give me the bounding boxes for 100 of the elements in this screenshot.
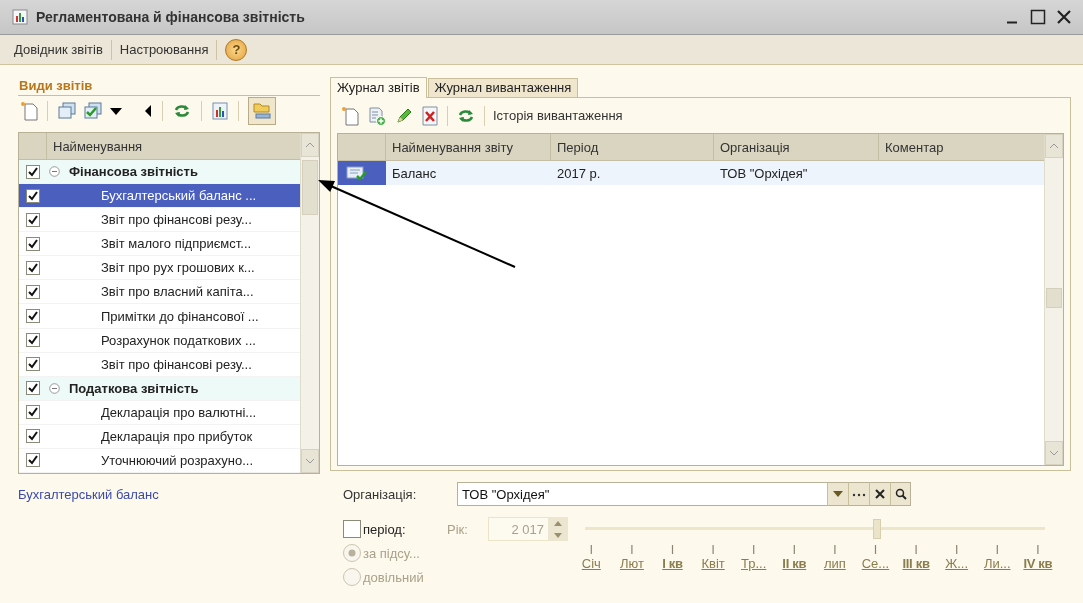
column-header: Період [551, 134, 714, 160]
checkbox[interactable] [26, 260, 40, 275]
tree-item-label: Примітки до фінансової ... [101, 308, 259, 324]
period-link[interactable]: Квіт [692, 556, 734, 571]
scroll-thumb[interactable] [302, 160, 318, 215]
checkbox[interactable] [26, 309, 40, 323]
checkbox[interactable] [26, 164, 40, 179]
tree-item-label: Уточнюючий розрахуно... [101, 452, 254, 468]
tree-item-label: Звіт про фінансові резу... [101, 212, 252, 228]
tree-item-label: Звіт про власний капіта... [101, 284, 254, 300]
tree-item-label: Звіт малого підприємст... [101, 236, 252, 252]
tree-row[interactable]: Примітки до фінансової ... [19, 304, 300, 329]
radio-label: довільний [363, 569, 424, 585]
document-check-icon [346, 165, 368, 181]
checkbox[interactable] [26, 381, 40, 396]
caret-down-icon [1049, 450, 1059, 456]
check-icon [27, 213, 39, 226]
search-button[interactable] [890, 482, 911, 506]
collapse-icon[interactable] [49, 382, 60, 394]
check-icon [27, 165, 39, 178]
period-link[interactable]: I кв [652, 556, 693, 571]
app-chart-icon [12, 9, 28, 25]
check-icon [27, 261, 39, 274]
left-arrow-icon[interactable] [143, 104, 153, 118]
tree-group-row[interactable]: Податкова звітність [19, 376, 300, 401]
tree-row[interactable]: Бухгалтерський баланс ... [19, 184, 300, 209]
period-link[interactable]: Тр... [733, 556, 774, 571]
tree-item-label: Декларація про прибуток [101, 428, 253, 444]
column-header: Коментар [884, 139, 945, 157]
search-icon [894, 488, 907, 500]
checkbox[interactable] [26, 236, 40, 251]
check-icon [27, 454, 39, 467]
copy-icon[interactable] [57, 101, 77, 121]
table-cell-text: Баланс [391, 165, 438, 181]
period-link[interactable]: III кв [895, 556, 937, 571]
delete-document-icon[interactable] [421, 105, 439, 126]
checkbox[interactable] [26, 429, 40, 444]
tree-row[interactable]: Розрахунок податкових ... [19, 328, 300, 353]
table-row[interactable]: Баланс 2017 р. ТОВ "Орхідея" [338, 161, 1044, 185]
checkbox[interactable] [26, 188, 40, 203]
check-icon [27, 382, 39, 395]
checkbox[interactable] [343, 520, 361, 538]
tab[interactable]: Журнал вивантаження [427, 78, 579, 97]
period-link[interactable]: Лют [611, 556, 653, 571]
period-link[interactable]: Се... [855, 556, 896, 571]
slider-thumb[interactable] [873, 519, 882, 539]
caret-down-icon [833, 491, 843, 497]
tree-row[interactable]: Звіт про фінансові резу... [19, 352, 300, 377]
period-link[interactable]: Січ [571, 556, 612, 571]
period-link[interactable]: IV кв [1017, 556, 1059, 571]
add-document-icon[interactable] [367, 105, 387, 126]
period-link[interactable]: лип [814, 556, 856, 571]
menu-item[interactable]: Настроювання [113, 39, 215, 60]
tree-item-label: Бухгалтерський баланс ... [101, 188, 257, 204]
tree-group-label: Податкова звітність [69, 380, 199, 396]
tree-row[interactable]: Звіт про фінансові резу... [19, 208, 300, 233]
spin-down-icon[interactable] [554, 532, 562, 538]
tree-row[interactable]: Декларація про валютні... [19, 400, 300, 425]
period-link[interactable]: Ли... [976, 556, 1018, 571]
check-icon [27, 237, 39, 250]
report-link[interactable]: Бухгалтерський баланс [18, 487, 159, 502]
tree-group-row[interactable]: Фінансова звітність [19, 160, 300, 185]
collapse-icon[interactable] [49, 166, 60, 178]
tree-row[interactable]: Уточнюючий розрахуно... [19, 448, 300, 473]
checkbox[interactable] [26, 212, 40, 227]
refresh-icon[interactable] [172, 102, 192, 120]
caret-up-icon [305, 142, 315, 148]
close-icon [875, 489, 885, 499]
period-link[interactable]: Ж... [936, 556, 977, 571]
chart-icon[interactable] [211, 102, 229, 120]
organization-field[interactable]: ТОВ "Орхідея" [457, 482, 827, 506]
clear-button[interactable] [869, 482, 890, 506]
history-button[interactable]: Історія вивантаження [493, 106, 623, 125]
tree-group-label: Фінансова звітність [69, 164, 198, 180]
checkbox[interactable] [26, 357, 40, 372]
tree-row[interactable]: Звіт малого підприємст... [19, 232, 300, 257]
checkbox[interactable] [26, 284, 40, 299]
check-icon [27, 406, 39, 419]
spin-up-icon[interactable] [554, 520, 562, 526]
column-header: Організація [714, 134, 879, 160]
checkbox[interactable] [26, 453, 40, 468]
select-button[interactable] [848, 482, 869, 506]
tree-row[interactable]: Декларація про прибуток [19, 424, 300, 449]
dropdown-button[interactable] [827, 482, 848, 506]
check-all-icon[interactable] [83, 101, 103, 121]
caret-up-icon [1049, 143, 1059, 149]
tree-row[interactable]: Звіт про власний капіта... [19, 280, 300, 305]
menu-item[interactable]: Довідник звітів [8, 39, 109, 60]
tab[interactable]: Журнал звітів [330, 77, 427, 98]
tree-row[interactable]: Звіт про рух грошових к... [19, 256, 300, 281]
help-button[interactable]: ? [225, 38, 248, 61]
checkbox[interactable] [26, 333, 40, 348]
folder-toggle-button[interactable] [248, 97, 276, 125]
check-icon [27, 285, 39, 298]
tree-item-label: Звіт про фінансові резу... [101, 356, 252, 372]
scroll-thumb[interactable] [1046, 288, 1062, 308]
period-link[interactable]: II кв [773, 556, 815, 571]
pencil-icon[interactable] [395, 106, 413, 125]
checkbox[interactable] [26, 405, 40, 420]
radio-dot-icon [348, 549, 356, 557]
